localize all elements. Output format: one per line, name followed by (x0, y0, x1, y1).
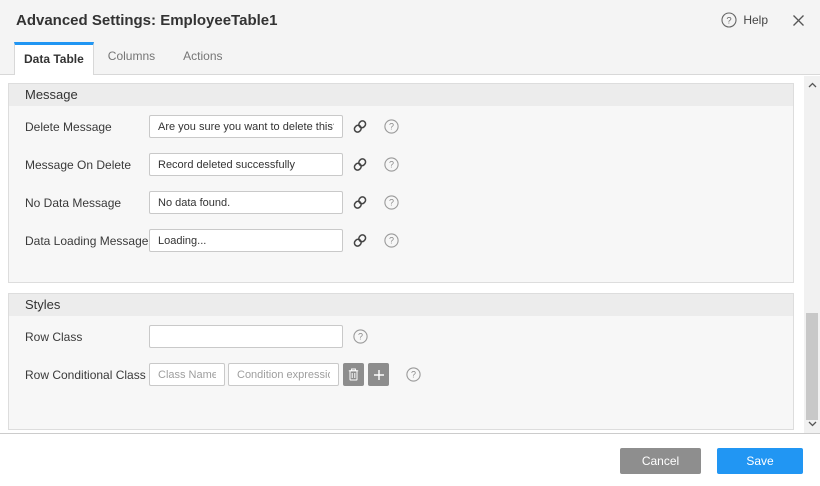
help-button[interactable]: ? Help (721, 12, 768, 28)
message-on-delete-input[interactable] (149, 153, 343, 176)
styles-section-title: Styles (9, 294, 793, 316)
trash-icon (348, 368, 359, 381)
tab-columns[interactable]: Columns (94, 49, 169, 74)
save-button[interactable]: Save (717, 448, 803, 474)
link-icon[interactable] (353, 233, 367, 248)
dialog-title: Advanced Settings: EmployeeTable1 (0, 12, 721, 29)
field-help-icon[interactable]: ? (384, 157, 399, 172)
help-label: Help (743, 13, 768, 27)
scroll-up-button[interactable] (804, 78, 820, 92)
svg-text:?: ? (411, 370, 416, 380)
chevron-down-icon (808, 421, 817, 427)
close-button[interactable] (792, 14, 805, 27)
plus-icon (373, 369, 385, 381)
field-row-data-loading-message: Data Loading Message ? (25, 229, 793, 252)
data-loading-message-label: Data Loading Message (25, 234, 149, 248)
field-help-icon[interactable]: ? (384, 233, 399, 248)
message-section: Message Delete Message (8, 83, 794, 283)
field-row-no-data-message: No Data Message ? (25, 191, 793, 214)
field-help-icon[interactable]: ? (406, 367, 421, 382)
dialog-titlebar: Advanced Settings: EmployeeTable1 ? Help (0, 0, 820, 40)
field-help-icon[interactable]: ? (384, 119, 399, 134)
help-icon: ? (721, 12, 737, 28)
styles-section: Styles Row Class ? Row Conditional Class (8, 293, 794, 430)
svg-text:?: ? (389, 198, 394, 208)
svg-text:?: ? (358, 332, 363, 342)
scroll-down-button[interactable] (804, 417, 820, 431)
data-loading-message-input[interactable] (149, 229, 343, 252)
svg-text:?: ? (727, 15, 732, 26)
svg-text:?: ? (389, 160, 394, 170)
link-icon[interactable] (353, 119, 367, 134)
field-row-row-class: Row Class ? (25, 325, 793, 348)
svg-text:?: ? (389, 122, 394, 132)
row-class-label: Row Class (25, 330, 149, 344)
tab-data-table[interactable]: Data Table (14, 42, 94, 75)
row-class-input[interactable] (149, 325, 343, 348)
condition-expression-input[interactable] (228, 363, 339, 386)
cancel-button[interactable]: Cancel (620, 448, 701, 474)
link-icon[interactable] (353, 195, 367, 210)
scrollbar-thumb[interactable] (806, 313, 818, 420)
no-data-message-label: No Data Message (25, 196, 149, 210)
delete-message-input[interactable] (149, 115, 343, 138)
field-row-message-on-delete: Message On Delete ? (25, 153, 793, 176)
row-conditional-class-label: Row Conditional Class (25, 368, 149, 382)
advanced-settings-dialog: Advanced Settings: EmployeeTable1 ? Help… (0, 0, 820, 486)
tab-bar: Data Table Columns Actions (0, 40, 820, 75)
message-section-title: Message (9, 84, 793, 106)
field-row-delete-message: Delete Message ? (25, 115, 793, 138)
field-help-icon[interactable]: ? (353, 329, 368, 344)
delete-row-button[interactable] (343, 363, 364, 386)
delete-message-label: Delete Message (25, 120, 149, 134)
settings-content: Message Delete Message (0, 75, 804, 433)
message-on-delete-label: Message On Delete (25, 158, 149, 172)
class-name-input[interactable] (149, 363, 225, 386)
chevron-up-icon (808, 82, 817, 88)
close-icon (792, 14, 805, 27)
field-help-icon[interactable]: ? (384, 195, 399, 210)
add-row-button[interactable] (368, 363, 389, 386)
no-data-message-input[interactable] (149, 191, 343, 214)
tab-actions[interactable]: Actions (169, 49, 236, 74)
vertical-scrollbar[interactable] (804, 76, 820, 433)
link-icon[interactable] (353, 157, 367, 172)
field-row-row-conditional-class: Row Conditional Class (25, 363, 793, 386)
dialog-footer: Cancel Save (0, 433, 820, 486)
svg-text:?: ? (389, 236, 394, 246)
